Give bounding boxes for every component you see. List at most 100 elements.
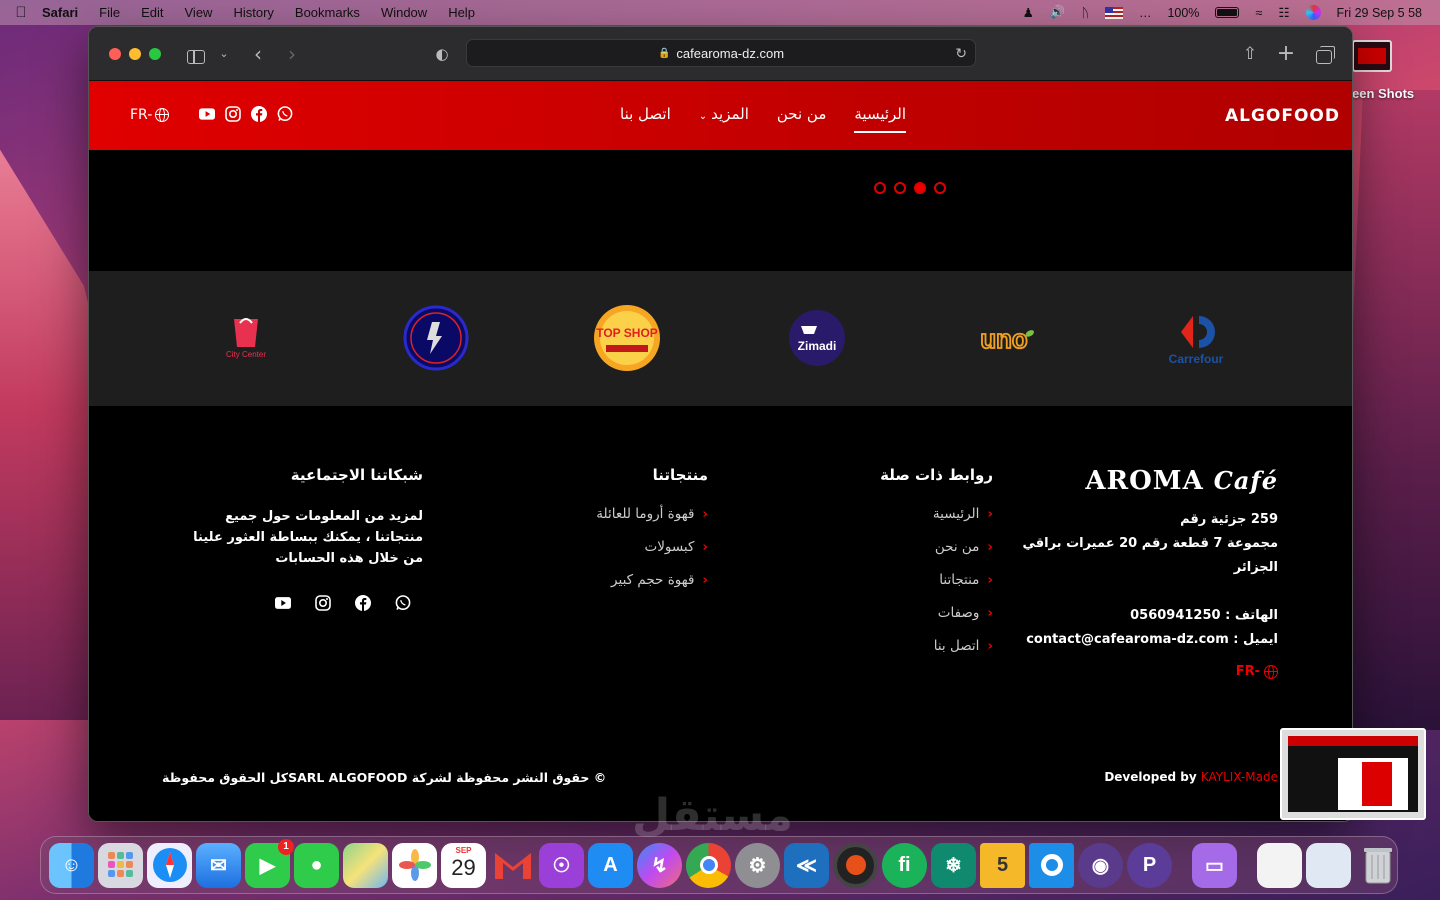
language-switch[interactable]: FR-	[130, 107, 170, 123]
system-settings-icon[interactable]: ⚙	[735, 842, 780, 888]
brand-logo[interactable]: ALGOFOOD	[1225, 106, 1340, 126]
input-source-flag-icon[interactable]	[1104, 6, 1123, 19]
zoom-window-button[interactable]	[149, 48, 161, 60]
screenshot-thumbnail[interactable]	[1280, 728, 1426, 820]
dots-icon[interactable]: …	[1139, 6, 1152, 20]
menu-clock[interactable]: Fri 29 Sep 5 58	[1337, 6, 1422, 20]
footer-product-capsules[interactable]: ‹ كبسولات	[488, 539, 708, 555]
reload-icon[interactable]: ↻	[955, 45, 967, 62]
footer-language-switch[interactable]: FR-	[1018, 664, 1278, 679]
messages-icon[interactable]: ●	[294, 842, 339, 888]
launchpad-icon[interactable]	[98, 842, 143, 888]
podcasts-icon[interactable]: ☉	[539, 842, 584, 888]
volume-icon[interactable]: 🔊	[1050, 5, 1066, 20]
sidebar-toggle-icon[interactable]	[183, 41, 209, 67]
nav-more[interactable]: المزيد⌄	[699, 105, 749, 133]
minimize-window-button[interactable]	[129, 48, 141, 60]
photos-icon[interactable]	[392, 842, 437, 888]
p-app-icon[interactable]: P	[1127, 842, 1172, 888]
battery-icon[interactable]	[1215, 7, 1240, 18]
gmail-icon[interactable]	[490, 843, 535, 888]
nav-about[interactable]: من نحن	[777, 105, 827, 133]
finder-icon[interactable]: ☺	[49, 842, 94, 888]
instagram-icon[interactable]	[315, 595, 331, 611]
menu-file[interactable]: File	[99, 5, 120, 20]
tab-overview-icon[interactable]	[1311, 41, 1337, 67]
quick-icon[interactable]	[1029, 842, 1074, 888]
chatgpt-icon[interactable]: ❄	[931, 842, 976, 888]
chevron-down-icon[interactable]: ⌄	[211, 41, 237, 67]
recent-window-1-icon[interactable]	[1257, 842, 1302, 888]
youtube-icon[interactable]	[199, 106, 215, 122]
hero-slider	[89, 150, 1352, 271]
menu-view[interactable]: View	[185, 5, 213, 20]
safari-icon[interactable]	[147, 842, 192, 888]
slider-dot[interactable]	[874, 182, 886, 194]
chrome-icon[interactable]	[686, 842, 731, 888]
slider-dot[interactable]	[914, 182, 926, 194]
facebook-icon[interactable]	[355, 595, 371, 611]
record-icon[interactable]	[833, 842, 878, 888]
footer-link-label: من نحن	[934, 539, 980, 555]
facetime-icon[interactable]: ▶ 1	[245, 838, 294, 888]
app-store-icon[interactable]: A	[588, 842, 633, 888]
fiverr-icon[interactable]: fi	[882, 842, 927, 888]
menu-bookmarks[interactable]: Bookmarks	[295, 5, 360, 20]
whatsapp-icon[interactable]	[277, 106, 293, 122]
number5-icon[interactable]: 5	[980, 842, 1025, 888]
privacy-shield-icon[interactable]: ◐	[429, 41, 455, 67]
trash-icon[interactable]	[1355, 843, 1400, 888]
bluetooth-icon[interactable]: ᚢ	[1081, 6, 1089, 20]
footer-links-column: روابط ذات صلة ‹ الرئيسية ‹ من نحن ‹ منتجاتن…	[793, 466, 993, 671]
menu-window[interactable]: Window	[381, 5, 427, 20]
email-address[interactable]: ايميل : contact@cafearoma-dz.com	[1018, 628, 1278, 652]
radar-icon[interactable]: ◉	[1078, 842, 1123, 888]
footer-link-recipes[interactable]: ‹ وصفات	[793, 605, 993, 621]
partner-label-carrefour: Carrefour	[1169, 352, 1224, 366]
desktop-folder-label[interactable]: een Shots	[1352, 86, 1414, 101]
siri-icon[interactable]	[1305, 5, 1321, 20]
footer-link-home[interactable]: ‹ الرئيسية	[793, 506, 993, 522]
menu-edit[interactable]: Edit	[141, 5, 163, 20]
share-icon[interactable]: ⇧	[1237, 41, 1263, 67]
nav-home[interactable]: الرئيسية	[854, 105, 907, 133]
developer-link[interactable]: KAYLIX-Made	[1201, 770, 1278, 784]
new-tab-icon[interactable]: +	[1273, 41, 1299, 67]
desktop-folder-icon[interactable]	[1352, 40, 1392, 72]
back-arrow-icon[interactable]: ‹	[245, 41, 271, 67]
footer-link-about[interactable]: ‹ من نحن	[793, 539, 993, 555]
footer-link-contact[interactable]: ‹ اتصل بنا	[793, 638, 993, 654]
menu-app-name[interactable]: Safari	[42, 5, 78, 20]
instagram-icon[interactable]	[225, 106, 241, 122]
mail-icon[interactable]: ✉	[196, 842, 241, 888]
slider-dot[interactable]	[934, 182, 946, 194]
menu-help[interactable]: Help	[448, 5, 475, 20]
nav-contact[interactable]: اتصل بنا	[620, 105, 671, 133]
footer-product-family[interactable]: ‹ قهوة أروما للعائلة	[488, 506, 708, 522]
control-center-icon[interactable]: ☷	[1278, 5, 1289, 20]
chevron-down-icon: ⌄	[698, 111, 708, 122]
apple-menu-icon[interactable]: 	[0, 4, 42, 21]
footer-product-large[interactable]: ‹ قهوة حجم كبير	[488, 572, 708, 588]
forward-arrow-icon[interactable]: ›	[279, 41, 305, 67]
footer-products-list: ‹ قهوة أروما للعائلة ‹ كبسولات ‹ قهوة حجم ك…	[488, 506, 708, 588]
maps-icon[interactable]	[343, 842, 388, 888]
partner-zimadi-logo: Zimadi	[782, 303, 852, 373]
close-window-button[interactable]	[109, 48, 121, 60]
wifi-icon[interactable]: ≈	[1255, 6, 1262, 20]
language-label: FR-	[130, 107, 153, 123]
vscode-icon[interactable]: ≪	[784, 842, 829, 888]
footer-link-products[interactable]: ‹ منتجاتنا	[793, 572, 993, 588]
facebook-icon[interactable]	[251, 106, 267, 122]
slider-dot[interactable]	[894, 182, 906, 194]
youtube-icon[interactable]	[275, 595, 291, 611]
disk-icon[interactable]: ▭	[1192, 842, 1237, 888]
footer-product-label: كبسولات	[644, 539, 695, 555]
menu-history[interactable]: History	[233, 5, 273, 20]
messenger-icon[interactable]: ↯	[637, 842, 682, 888]
whatsapp-icon[interactable]	[395, 595, 411, 611]
user-icon[interactable]: ♟	[1023, 5, 1034, 20]
recent-window-2-icon[interactable]	[1306, 842, 1351, 888]
address-bar[interactable]: 🔒 cafearoma-dz.com ↻	[466, 39, 976, 67]
calendar-icon[interactable]: SEP 29	[441, 842, 486, 888]
